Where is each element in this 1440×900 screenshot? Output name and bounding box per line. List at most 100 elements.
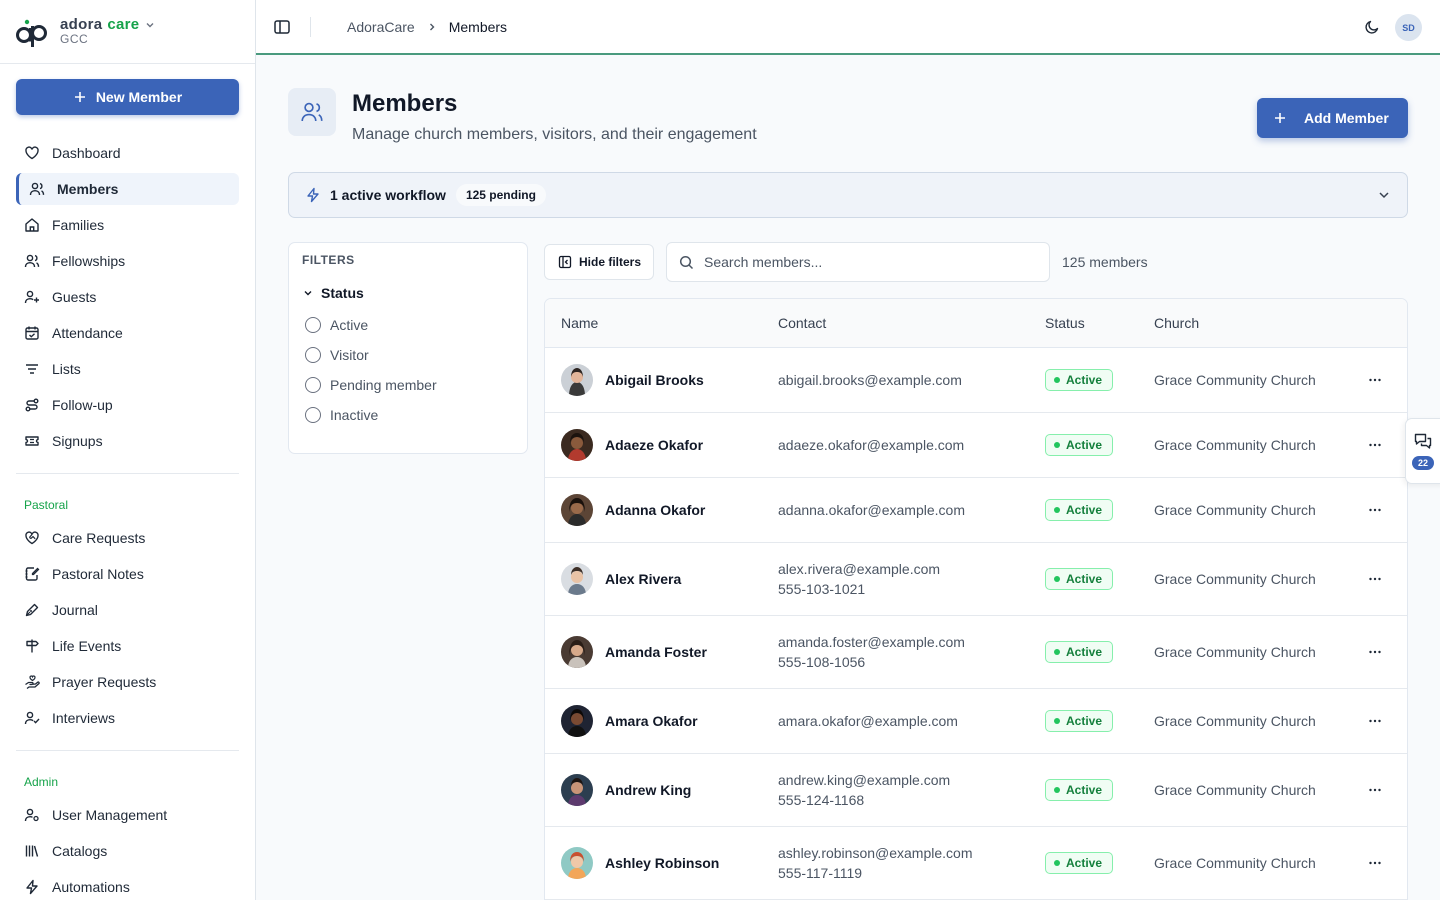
- member-church: Grace Community Church: [1154, 855, 1316, 871]
- column-header-status[interactable]: Status: [1045, 315, 1085, 331]
- sidebar-item-attendance[interactable]: Attendance: [16, 317, 239, 349]
- more-horizontal-icon[interactable]: [1367, 855, 1383, 871]
- sidebar-item-pastoral-notes[interactable]: Pastoral Notes: [16, 558, 239, 590]
- breadcrumb: AdoraCare Members: [311, 19, 507, 35]
- sidebar-item-catalogs[interactable]: Catalogs: [16, 835, 239, 867]
- filter-checkbox[interactable]: [305, 377, 321, 393]
- sidebar-item-fellowships[interactable]: Fellowships: [16, 245, 239, 277]
- breadcrumb-root[interactable]: AdoraCare: [347, 19, 415, 35]
- filters-title: FILTERS: [302, 253, 355, 267]
- member-name[interactable]: Amara Okafor: [605, 713, 698, 729]
- sidebar-item-label: Dashboard: [52, 145, 121, 161]
- status-badge: Active: [1045, 369, 1114, 391]
- column-header-name[interactable]: Name: [561, 315, 598, 331]
- member-name[interactable]: Ashley Robinson: [605, 855, 719, 871]
- status-filter-toggle[interactable]: Status: [303, 285, 364, 301]
- sidebar-item-interviews[interactable]: Interviews: [16, 702, 239, 734]
- table-row[interactable]: Adaeze Okafor adaeze.okafor@example.com …: [545, 413, 1407, 478]
- member-name[interactable]: Adanna Okafor: [605, 502, 705, 518]
- sidebar-item-prayer-requests[interactable]: Prayer Requests: [16, 666, 239, 698]
- new-member-button[interactable]: New Member: [16, 79, 239, 115]
- table-row[interactable]: Alex Rivera alex.rivera@example.com 555-…: [545, 543, 1407, 616]
- table-row[interactable]: Amara Okafor amara.okafor@example.com Ac…: [545, 689, 1407, 754]
- sidebar-item-label: Guests: [52, 289, 97, 305]
- member-name[interactable]: Abigail Brooks: [605, 372, 704, 388]
- brand-name: adora: [60, 15, 103, 33]
- member-email: alex.rivera@example.com: [778, 561, 941, 577]
- filter-option-visitor[interactable]: Visitor: [305, 347, 369, 363]
- user-avatar[interactable]: SD: [1395, 14, 1422, 41]
- sidebar-toggle-icon[interactable]: [273, 18, 291, 36]
- sidebar-item-care-requests[interactable]: Care Requests: [16, 522, 239, 554]
- more-horizontal-icon[interactable]: [1367, 502, 1383, 518]
- sidebar-item-lists[interactable]: Lists: [16, 353, 239, 385]
- sidebar-item-members[interactable]: Members: [16, 173, 239, 205]
- member-name[interactable]: Alex Rivera: [605, 571, 681, 587]
- avatar: [561, 494, 593, 526]
- chat-widget-tab[interactable]: 22: [1405, 418, 1440, 484]
- avatar: [561, 364, 593, 396]
- page-title: Members: [352, 90, 458, 117]
- column-header-contact[interactable]: Contact: [778, 315, 826, 331]
- workflow-banner[interactable]: 1 active workflow 125 pending: [288, 172, 1408, 218]
- status-text: Active: [1066, 645, 1103, 659]
- status-text: Active: [1066, 438, 1103, 452]
- sidebar-item-user-management[interactable]: User Management: [16, 799, 239, 831]
- member-church: Grace Community Church: [1154, 782, 1316, 798]
- member-name[interactable]: Andrew King: [605, 782, 691, 798]
- sidebar-item-follow-up[interactable]: Follow-up: [16, 389, 239, 421]
- sidebar-item-families[interactable]: Families: [16, 209, 239, 241]
- member-phone: 555-124-1168: [778, 792, 865, 808]
- chevron-down-icon[interactable]: [1377, 188, 1391, 202]
- org-switcher[interactable]: adora care GCC: [0, 0, 255, 64]
- member-email: adanna.okafor@example.com: [778, 502, 965, 518]
- member-church: Grace Community Church: [1154, 644, 1316, 660]
- moon-icon[interactable]: [1364, 19, 1380, 35]
- member-name[interactable]: Amanda Foster: [605, 644, 707, 660]
- filter-checkbox[interactable]: [305, 317, 321, 333]
- hide-filters-button[interactable]: Hide filters: [544, 244, 654, 280]
- member-phone: 555-117-1119: [778, 865, 863, 881]
- filter-option-label: Inactive: [330, 407, 379, 423]
- sidebar-item-label: Life Events: [52, 638, 122, 654]
- avatar: [561, 774, 593, 806]
- filter-option-pending-member[interactable]: Pending member: [305, 377, 437, 393]
- member-email: amara.okafor@example.com: [778, 713, 958, 729]
- filter-option-active[interactable]: Active: [305, 317, 368, 333]
- table-row[interactable]: Abigail Brooks abigail.brooks@example.co…: [545, 348, 1407, 413]
- sidebar-item-guests[interactable]: Guests: [16, 281, 239, 313]
- panel-left-close-icon: [558, 255, 572, 269]
- filter-checkbox[interactable]: [305, 347, 321, 363]
- more-horizontal-icon[interactable]: [1367, 782, 1383, 798]
- plus-icon: [74, 92, 85, 102]
- search-icon: [679, 255, 694, 269]
- more-horizontal-icon[interactable]: [1367, 437, 1383, 453]
- filter-checkbox[interactable]: [305, 407, 321, 423]
- more-horizontal-icon[interactable]: [1367, 644, 1383, 660]
- sidebar-item-dashboard[interactable]: Dashboard: [16, 137, 239, 169]
- user-check-icon: [24, 711, 40, 725]
- more-horizontal-icon[interactable]: [1367, 713, 1383, 729]
- home-icon: [25, 218, 39, 232]
- table-row[interactable]: Adanna Okafor adanna.okafor@example.com …: [545, 478, 1407, 543]
- member-church: Grace Community Church: [1154, 372, 1316, 388]
- table-row[interactable]: Ashley Robinson ashley.robinson@example.…: [545, 827, 1407, 900]
- sidebar-item-automations[interactable]: Automations: [16, 871, 239, 900]
- table-row[interactable]: Andrew King andrew.king@example.com 555-…: [545, 754, 1407, 827]
- status-text: Active: [1066, 373, 1103, 387]
- sidebar-item-life-events[interactable]: Life Events: [16, 630, 239, 662]
- member-name[interactable]: Adaeze Okafor: [605, 437, 703, 453]
- user-cog-icon: [24, 808, 39, 822]
- more-horizontal-icon[interactable]: [1367, 372, 1383, 388]
- sidebar-item-journal[interactable]: Journal: [16, 594, 239, 626]
- column-header-church[interactable]: Church: [1154, 315, 1199, 331]
- filter-option-label: Pending member: [330, 377, 437, 393]
- member-email: andrew.king@example.com: [778, 772, 951, 788]
- add-member-button[interactable]: Add Member: [1257, 98, 1408, 138]
- sidebar-item-signups[interactable]: Signups: [16, 425, 239, 457]
- filters-panel: FILTERS Status Active Visitor Pending me…: [288, 242, 528, 454]
- filter-option-inactive[interactable]: Inactive: [305, 407, 378, 423]
- more-horizontal-icon[interactable]: [1367, 571, 1383, 587]
- search-input[interactable]: [704, 254, 1024, 270]
- table-row[interactable]: Amanda Foster amanda.foster@example.com …: [545, 616, 1407, 689]
